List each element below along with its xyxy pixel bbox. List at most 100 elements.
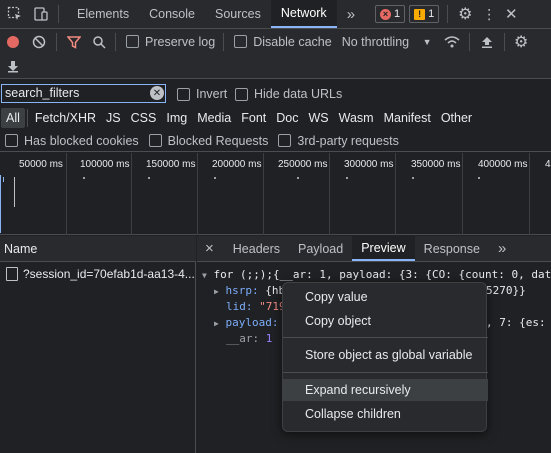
type-filter-fetch-xhr[interactable]: Fetch/XHR <box>30 108 101 128</box>
resource-type-filters: All Fetch/XHR JS CSS Img Media Font Doc … <box>0 107 551 129</box>
document-file-icon <box>6 267 18 281</box>
type-filter-all[interactable]: All <box>1 108 25 128</box>
menu-item-copy-object[interactable]: Copy object <box>283 310 488 332</box>
throttling-select[interactable]: No throttling <box>342 35 409 49</box>
preview-key: __ar <box>226 332 253 345</box>
timeline-request-bar <box>3 177 4 182</box>
filter-icon[interactable] <box>61 30 87 54</box>
blocked-requests-checkbox[interactable] <box>148 134 162 147</box>
tab-sources[interactable]: Sources <box>205 0 271 28</box>
collapsed-triangle-icon[interactable]: ▶ <box>214 319 219 328</box>
type-filter-media[interactable]: Media <box>192 108 236 128</box>
menu-separator <box>283 372 488 373</box>
tab-response[interactable]: Response <box>415 236 489 261</box>
timeline-tick-dot <box>83 177 85 179</box>
divider <box>447 5 449 23</box>
error-count-badge[interactable]: × 1 <box>375 5 406 23</box>
timeline-gridline <box>66 153 67 235</box>
preview-payload-line[interactable]: ▶ payload: <box>214 316 278 329</box>
request-detail-tabs: × Headers Payload Preview Response » <box>197 236 551 262</box>
warning-count-badge[interactable]: ! 1 <box>409 5 440 23</box>
preview-hsrp-line[interactable]: ▶ hsrp: {hb <box>214 284 285 297</box>
timeline-tick-label: 50000 ms <box>19 159 63 170</box>
more-detail-tabs-chevron-icon[interactable]: » <box>489 236 515 261</box>
close-detail-icon[interactable]: × <box>197 236 224 261</box>
type-filter-other[interactable]: Other <box>436 108 477 128</box>
clear-filter-icon[interactable]: ✕ <box>150 86 164 100</box>
type-filter-doc[interactable]: Doc <box>271 108 303 128</box>
preview-key: lid <box>226 300 246 313</box>
tab-headers[interactable]: Headers <box>224 236 289 261</box>
timeline-tick-label: 200000 ms <box>212 159 262 170</box>
more-options-icon[interactable]: ⋮ <box>478 0 500 28</box>
clear-icon[interactable] <box>26 30 52 54</box>
network-settings-gear-icon[interactable]: ⚙ <box>509 30 533 54</box>
preview-payload-tail: , 7: {es: - <box>486 316 551 329</box>
hide-data-urls-checkbox[interactable] <box>235 87 248 101</box>
hide-data-urls-label: Hide data URLs <box>254 87 343 101</box>
type-filter-js[interactable]: JS <box>101 108 126 128</box>
preview-root-line[interactable]: ▼ for (;;);{__ar: 1, payload: {3: {CO: {… <box>202 268 551 281</box>
inspect-element-icon[interactable] <box>2 0 28 28</box>
device-toolbar-icon[interactable] <box>28 0 54 28</box>
timeline-request-bar <box>14 177 15 207</box>
preserve-log-label: Preserve log <box>145 34 216 49</box>
close-devtools-icon[interactable]: ✕ <box>500 0 522 28</box>
tab-elements[interactable]: Elements <box>63 0 139 28</box>
warning-count: 1 <box>428 8 435 20</box>
more-tabs-chevron-icon[interactable]: » <box>337 0 365 28</box>
timeline-gridline <box>263 153 264 235</box>
preview-key: payload <box>225 316 272 329</box>
name-column-header[interactable]: Name <box>0 236 196 262</box>
disable-cache-label: Disable cache <box>253 34 332 49</box>
request-name: ?session_id=70efab1d-aa13-4... <box>23 267 195 281</box>
import-har-upload-icon[interactable] <box>474 30 500 54</box>
has-blocked-cookies-checkbox[interactable] <box>5 134 18 147</box>
network-overview-timeline[interactable]: 50000 ms 100000 ms 150000 ms 200000 ms 2… <box>0 153 551 235</box>
error-icon: × <box>380 8 392 20</box>
tab-network[interactable]: Network <box>270 0 337 28</box>
tab-preview[interactable]: Preview <box>352 236 415 261</box>
context-menu: Copy value Copy object Store object as g… <box>282 282 488 432</box>
expanded-triangle-icon[interactable]: ▼ <box>202 271 207 280</box>
timeline-tick-dot <box>346 177 348 179</box>
divider <box>223 32 225 51</box>
type-filter-wasm[interactable]: Wasm <box>334 108 379 128</box>
type-filter-img[interactable]: Img <box>161 108 192 128</box>
divider <box>26 109 28 127</box>
record-icon[interactable] <box>0 30 26 54</box>
menu-item-copy-value[interactable]: Copy value <box>283 286 488 308</box>
filter-input[interactable]: search_filters <box>1 84 166 103</box>
timeline-tick-label: 150000 ms <box>146 159 196 170</box>
menu-separator <box>283 337 488 338</box>
tab-payload[interactable]: Payload <box>289 236 352 261</box>
menu-item-collapse-children[interactable]: Collapse children <box>283 403 488 425</box>
preserve-log-checkbox[interactable] <box>126 35 139 48</box>
collapsed-triangle-icon[interactable]: ▶ <box>214 287 219 296</box>
type-filter-ws[interactable]: WS <box>303 108 333 128</box>
invert-checkbox[interactable] <box>177 87 190 101</box>
settings-gear-icon[interactable]: ⚙ <box>452 0 478 28</box>
timeline-gridline <box>329 153 330 235</box>
devtools-tab-bar: Elements Console Sources Network » × 1 !… <box>0 0 551 29</box>
timeline-gridline <box>529 153 530 235</box>
export-har-download-icon[interactable] <box>0 54 26 78</box>
network-toolbar: Preserve log Disable cache No throttling… <box>0 29 551 54</box>
network-conditions-wifi-icon[interactable] <box>439 30 465 54</box>
timeline-gridline <box>462 153 463 235</box>
chevron-down-icon[interactable]: ▼ <box>419 37 435 47</box>
type-filter-css[interactable]: CSS <box>126 108 162 128</box>
tab-console[interactable]: Console <box>139 0 205 28</box>
timeline-tick-dot <box>478 177 480 179</box>
timeline-gridline <box>395 153 396 235</box>
preview-root-text: for (;;);{__ar: 1, payload: {3: {CO: {co… <box>213 268 551 281</box>
menu-item-store-global-variable[interactable]: Store object as global variable <box>283 344 488 366</box>
disable-cache-checkbox[interactable] <box>234 35 248 48</box>
type-filter-manifest[interactable]: Manifest <box>379 108 436 128</box>
blocked-requests-label: Blocked Requests <box>167 133 269 148</box>
search-icon[interactable] <box>87 30 111 54</box>
third-party-requests-checkbox[interactable] <box>278 134 292 147</box>
type-filter-font[interactable]: Font <box>236 108 271 128</box>
menu-item-expand-recursively[interactable]: Expand recursively <box>283 379 488 401</box>
request-row[interactable]: ?session_id=70efab1d-aa13-4... <box>0 263 196 285</box>
